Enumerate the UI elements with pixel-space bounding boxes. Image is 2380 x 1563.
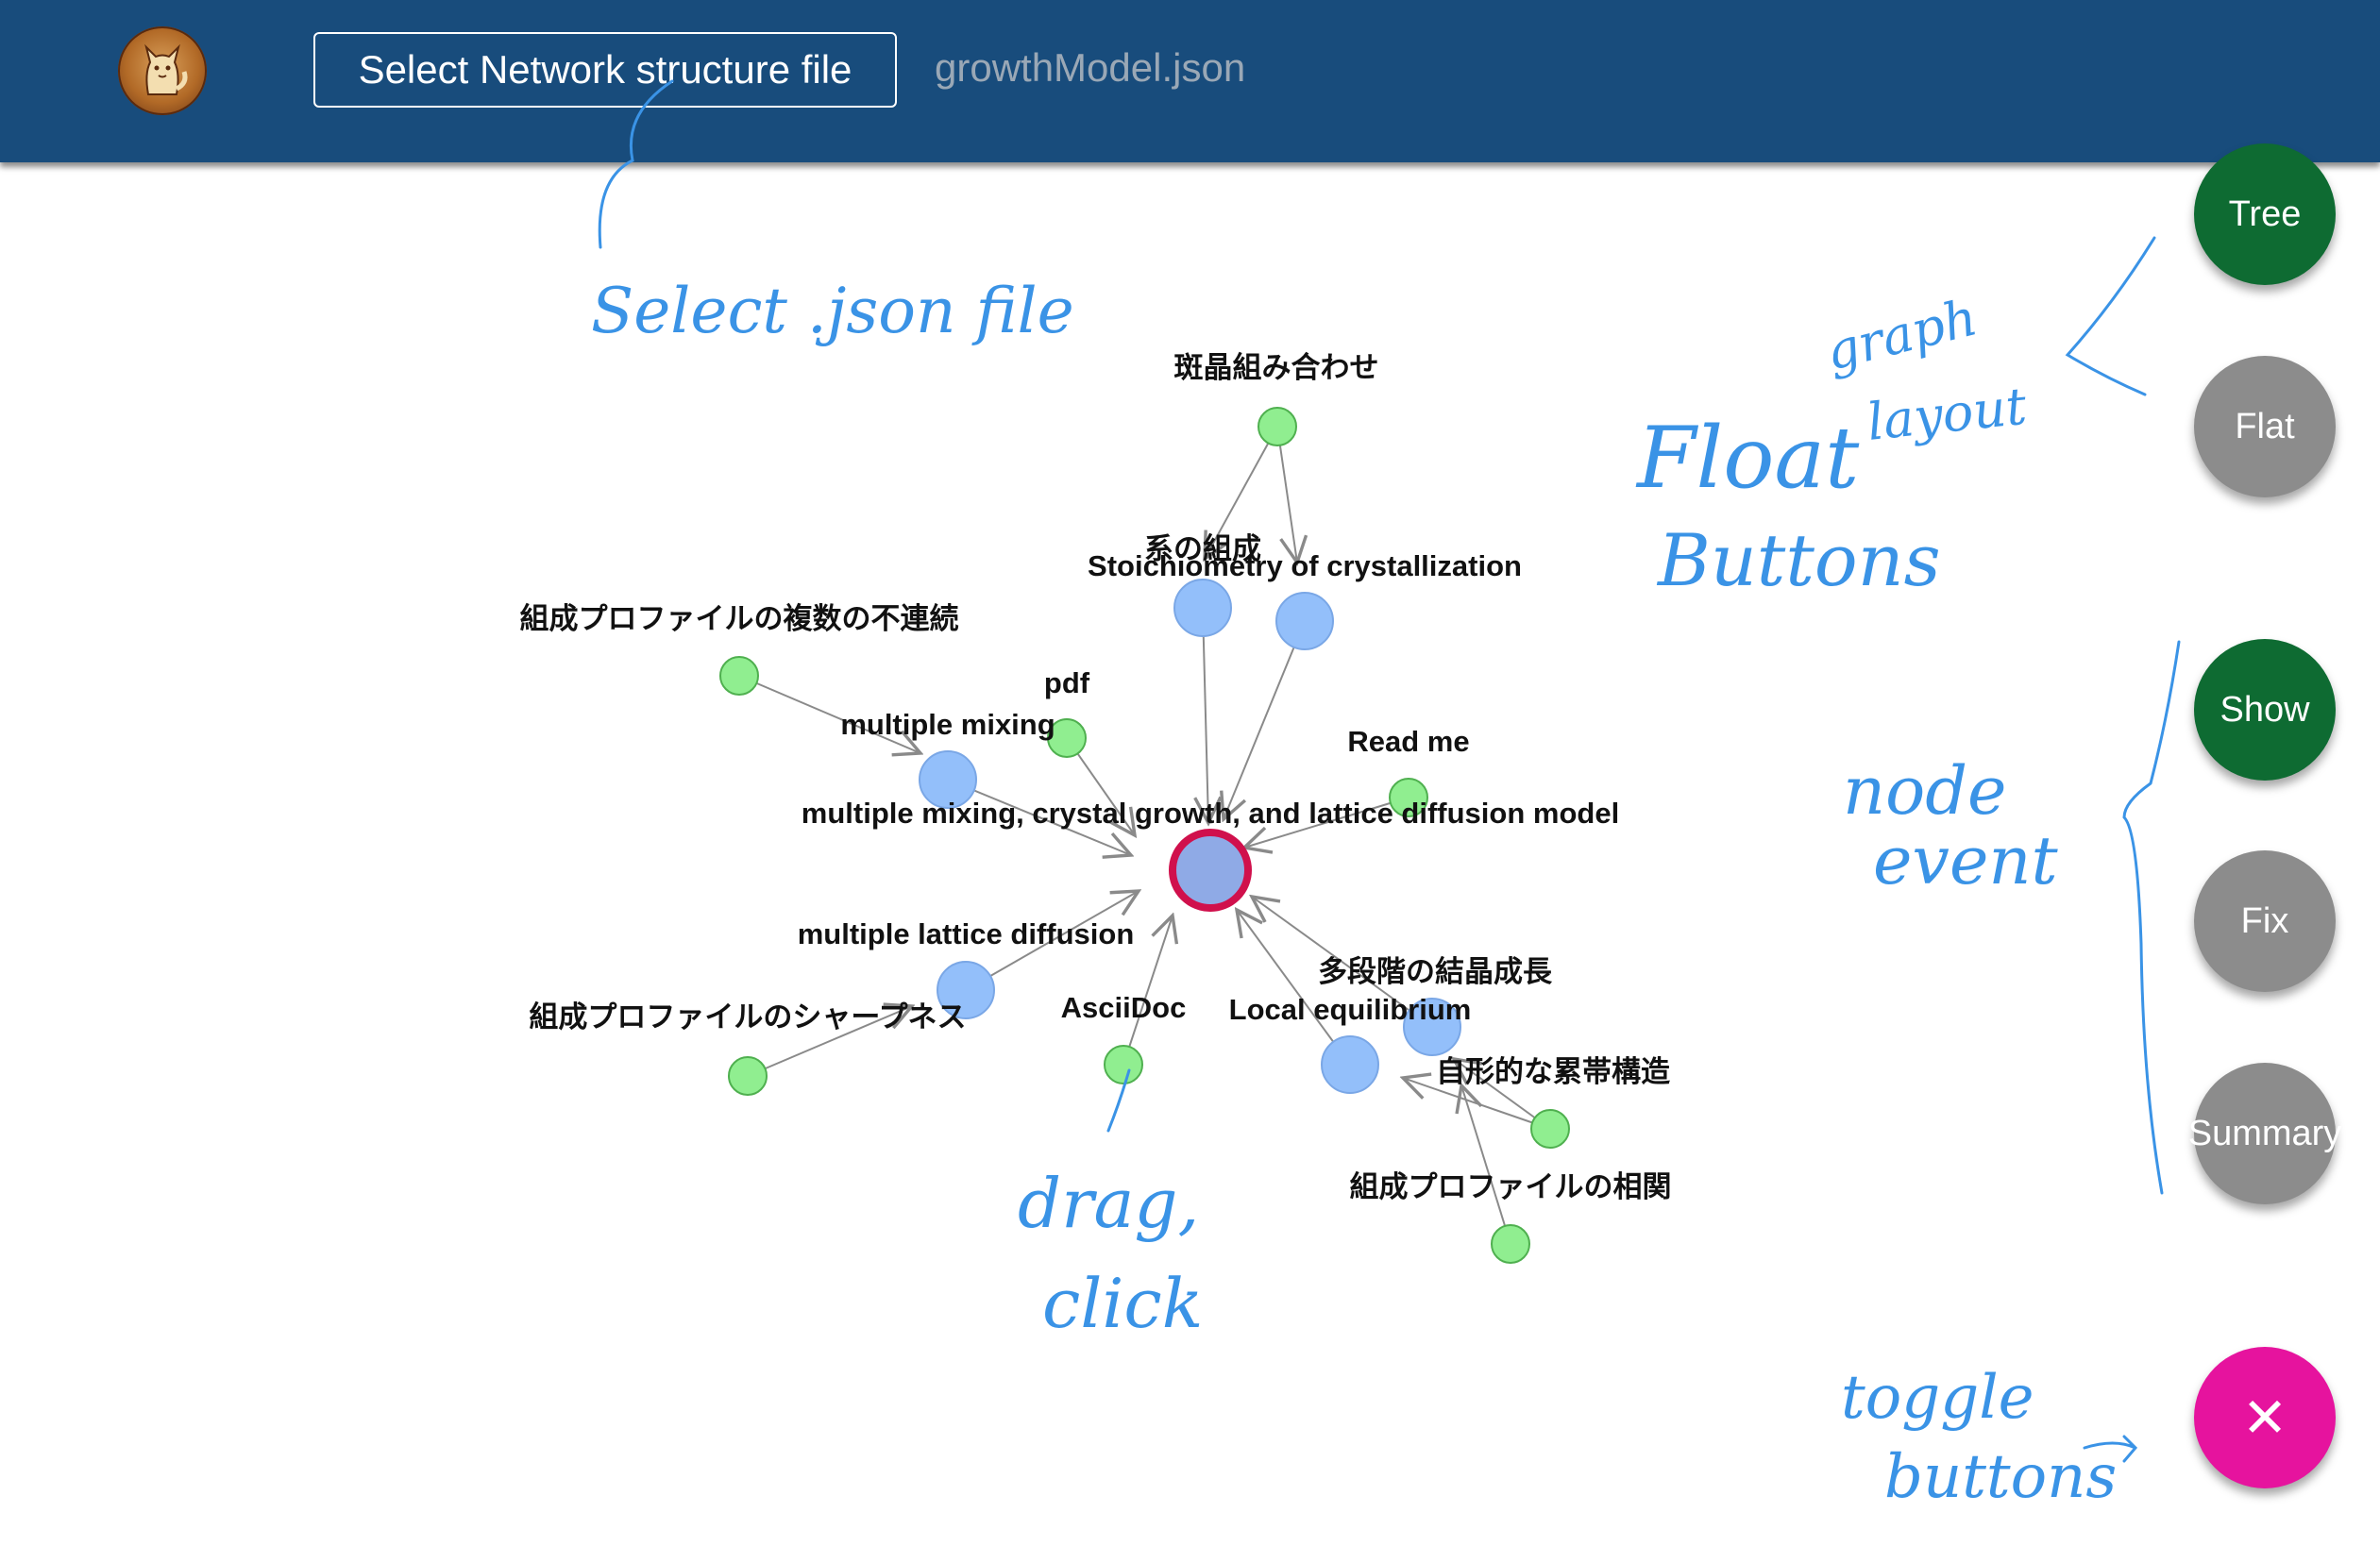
annotation-layout: layout bbox=[1865, 377, 2030, 452]
annotation-graph: graph bbox=[1820, 287, 1983, 381]
summary-label: Summary bbox=[2187, 1113, 2342, 1153]
show-button[interactable]: Show bbox=[2194, 639, 2336, 781]
annotation-pointer-line bbox=[598, 79, 674, 249]
show-label: Show bbox=[2220, 689, 2310, 730]
annotation-bracket-line bbox=[2065, 236, 2156, 396]
annotation-select-json: Select .json file bbox=[591, 275, 1074, 347]
annotation-brace-line bbox=[2122, 640, 2181, 1195]
close-icon: ✕ bbox=[2241, 1387, 2288, 1449]
summary-button[interactable]: Summary bbox=[2188, 1063, 2341, 1204]
handwritten-annotations: Select .json file graph layout Float But… bbox=[591, 79, 2181, 1512]
toggle-buttons-button[interactable]: ✕ bbox=[2194, 1347, 2336, 1488]
annotation-event: event bbox=[1873, 822, 2058, 899]
annotation-click: click bbox=[1042, 1264, 1203, 1343]
annotation-buttons: Buttons bbox=[1656, 518, 1941, 602]
fix-label: Fix bbox=[2240, 900, 2289, 941]
tree-layout-label: Tree bbox=[2228, 193, 2302, 234]
flat-layout-button[interactable]: Flat bbox=[2194, 356, 2336, 497]
annotation-float: Float bbox=[1635, 409, 1860, 508]
tree-layout-button[interactable]: Tree bbox=[2194, 143, 2336, 285]
fix-button[interactable]: Fix bbox=[2194, 850, 2336, 992]
annotation-pointer-line bbox=[1106, 1068, 1131, 1133]
annotation-toggle: toggle bbox=[1841, 1363, 2034, 1433]
annotation-buttons-2: buttons bbox=[1884, 1442, 2117, 1512]
annotation-node: node bbox=[1843, 752, 2006, 830]
flat-layout-label: Flat bbox=[2235, 406, 2295, 446]
annotation-drag: drag, bbox=[1018, 1164, 1199, 1243]
